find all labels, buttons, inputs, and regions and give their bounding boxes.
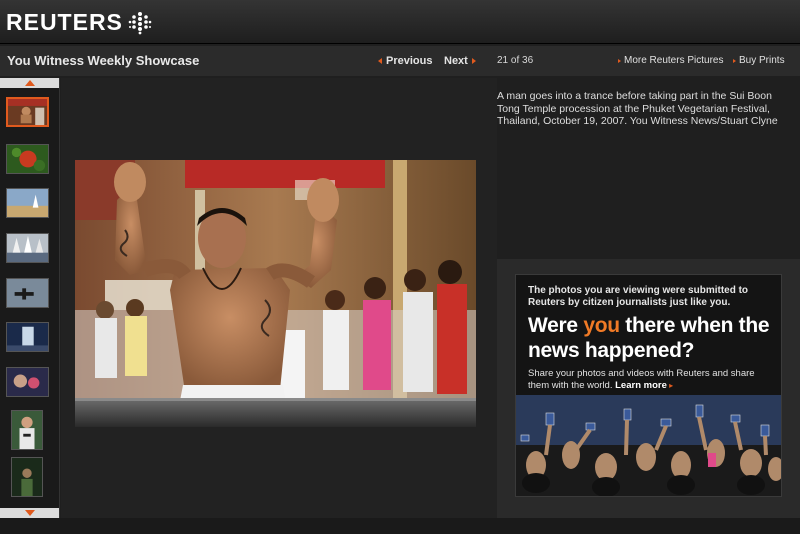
thumbnail-image xyxy=(7,145,48,173)
thumbnail-23[interactable] xyxy=(6,188,49,218)
previous-button[interactable]: Previous xyxy=(378,55,432,67)
thumbnail-image xyxy=(8,99,47,125)
you-witness-ad[interactable]: The photos you are viewing were submitte… xyxy=(515,274,782,497)
thumbnail-24[interactable] xyxy=(6,233,49,263)
thumbnail-image xyxy=(7,368,48,396)
triangle-up-icon xyxy=(24,80,35,86)
ad-headline-pre: Were xyxy=(528,314,584,337)
thumbnail-image xyxy=(12,411,42,449)
logo-text: REUTERS xyxy=(6,9,123,35)
next-button[interactable]: Next xyxy=(444,55,476,67)
thumbnail-image xyxy=(7,279,48,307)
thumbnail-25[interactable] xyxy=(6,278,49,308)
next-label: Next xyxy=(444,55,468,67)
scroll-down-button[interactable] xyxy=(0,508,59,518)
ad-headline: Were you there when the news happened? xyxy=(528,313,778,363)
thumbnail-26[interactable] xyxy=(6,322,49,352)
more-pictures-label: More Reuters Pictures xyxy=(624,55,724,66)
photo-counter: 21 of 36 xyxy=(497,55,534,66)
thumbnail-27[interactable] xyxy=(6,367,49,397)
site-header: REUTERS xyxy=(0,0,800,44)
photo-caption: A man goes into a trance before taking p… xyxy=(497,90,778,127)
triangle-down-icon xyxy=(24,510,35,516)
more-reuters-pictures-link[interactable]: More Reuters Pictures xyxy=(618,55,723,66)
thumbnail-strip xyxy=(0,78,60,518)
buy-prints-link[interactable]: Buy Prints xyxy=(733,55,785,66)
learn-more-link[interactable]: Learn more xyxy=(615,380,667,391)
gallery-title: You Witness Weekly Showcase xyxy=(7,53,200,68)
crowd-with-cameras-image xyxy=(516,395,781,496)
thumbnail-28[interactable] xyxy=(11,410,43,450)
ad-headline-highlight: you xyxy=(583,314,620,337)
gallery-page: REUTERS You Witness Weekly Showcase Prev… xyxy=(0,0,800,534)
main-photo-area xyxy=(61,78,497,518)
arrow-left-icon xyxy=(378,58,382,64)
scroll-up-button[interactable] xyxy=(0,78,59,88)
reuters-logo[interactable]: REUTERS xyxy=(6,9,152,36)
page-footer xyxy=(0,518,800,534)
ad-panel: The photos you are viewing were submitte… xyxy=(497,259,800,518)
thumbnail-image xyxy=(12,458,42,496)
thumbnail-22[interactable] xyxy=(6,144,49,174)
main-photo[interactable] xyxy=(75,160,476,427)
reuters-dots-icon xyxy=(128,11,152,34)
festival-photo xyxy=(75,160,476,427)
thumbnail-29[interactable] xyxy=(11,457,43,497)
arrow-right-icon xyxy=(471,58,476,64)
gallery-titlebar: You Witness Weekly Showcase Previous Nex… xyxy=(0,46,800,76)
ad-intro-text: The photos you are viewing were submitte… xyxy=(528,285,749,308)
thumbnail-21[interactable] xyxy=(6,97,49,127)
thumbnail-image xyxy=(7,234,48,262)
buy-prints-label: Buy Prints xyxy=(739,55,785,66)
learn-more-arrow-icon: ▸ xyxy=(666,380,674,390)
previous-label: Previous xyxy=(386,55,433,67)
thumbnail-image xyxy=(7,323,48,351)
ad-body: Share your photos and videos with Reuter… xyxy=(528,368,776,391)
thumbnail-image xyxy=(7,189,48,217)
bullet-arrow-icon xyxy=(733,58,736,63)
bullet-arrow-icon xyxy=(618,58,621,63)
